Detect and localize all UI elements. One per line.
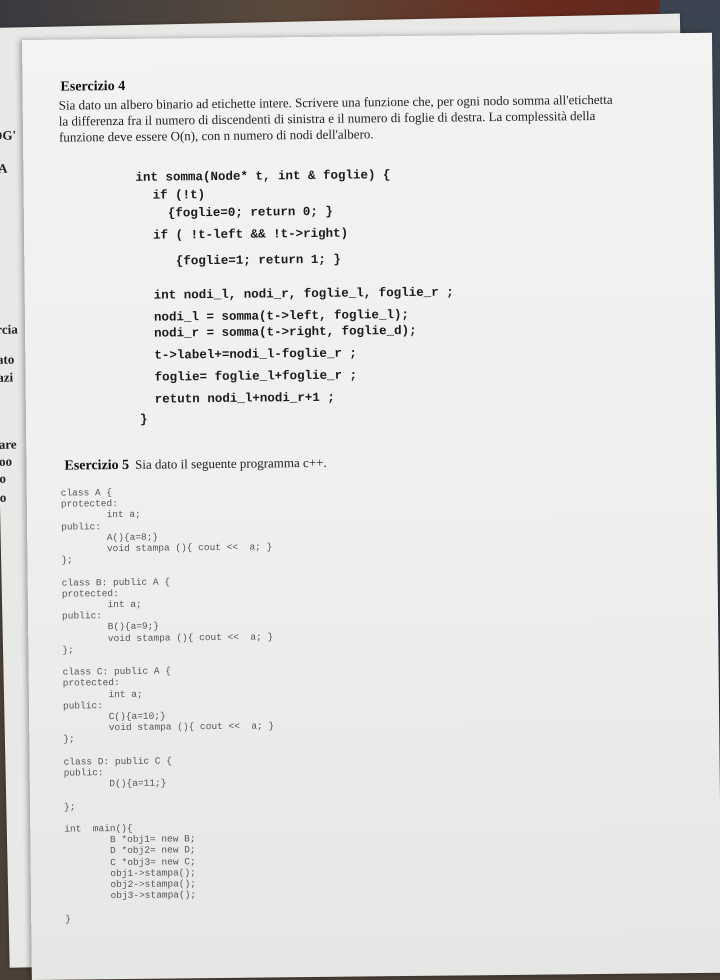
exercise5-heading: Esercizio 5 Sia dato il seguente programm…: [64, 455, 326, 475]
exercise4-title: Esercizio 4: [60, 78, 126, 95]
code-line: int somma(Node* t, int & foglie) {: [135, 168, 391, 185]
code-line: public:: [63, 767, 104, 779]
code-line: protected:: [60, 498, 118, 510]
code-line: {foglie=0; return 0; }: [137, 204, 333, 221]
code-line: class D: public C {: [63, 755, 172, 768]
code-line: };: [63, 733, 75, 745]
code-line: D(){a=11;}: [63, 777, 167, 790]
code-line: void stampa (){ cout << a; }: [63, 720, 275, 734]
exam-sheet: Esercizio 4 Sia dato un albero binario a…: [22, 32, 720, 980]
back-fragment: azi: [0, 369, 14, 385]
code-line: }: [139, 412, 148, 427]
code-line: void stampa (){ cout << a; }: [62, 630, 274, 645]
code-line: int a;: [60, 509, 141, 522]
code-line: nodi_l = somma(t->left, foglie_l);: [138, 307, 410, 325]
code-line: foglie= foglie_l+foglie_r ;: [139, 368, 358, 385]
back-fragment: o: [0, 470, 7, 486]
code-line: retutn nodi_l+nodi_r+1 ;: [139, 390, 335, 407]
code-line: public:: [62, 699, 103, 712]
code-line: };: [63, 801, 76, 813]
code-line: nodi_r = somma(t->right, foglie_d);: [139, 323, 417, 341]
code-line: public:: [61, 520, 102, 533]
back-fragment: rcia: [0, 321, 18, 337]
code-line: int a;: [61, 598, 142, 611]
code-line: class C: public A {: [62, 665, 172, 678]
code-line: };: [62, 644, 74, 656]
exercise4-text-line: funzione deve essere O(n), con n numero …: [58, 126, 374, 145]
code-line: if (!t): [137, 188, 206, 203]
code-line: obj3->stampa();: [64, 889, 197, 902]
back-fragment: ato: [0, 351, 15, 367]
back-fragment: IA: [0, 160, 8, 176]
code-line: {foglie=1; return 1; }: [138, 252, 341, 269]
code-line: class A {: [60, 487, 113, 499]
back-fragment: are: [0, 436, 17, 452]
code-line: protected:: [62, 677, 120, 689]
code-line: int a;: [62, 688, 143, 701]
back-fragment: OG': [0, 127, 17, 143]
code-line: class B: public A {: [61, 576, 171, 589]
code-line: int main(){: [64, 822, 133, 835]
back-fragment: o: [0, 489, 7, 505]
code-line: int nodi_l, nodi_r, foglie_l, foglie_r ;: [138, 285, 454, 303]
exercise5-title: Esercizio 5: [64, 457, 130, 474]
back-fragment: oo: [0, 453, 13, 469]
code-line: void stampa (){ cout << a; }: [61, 541, 273, 555]
code-line: protected:: [61, 587, 119, 600]
code-line: t->label+=nodi_l-foglie_r ;: [139, 346, 357, 363]
exercise5-intro: Sia dato il seguente programma c++.: [135, 454, 327, 472]
code-line: public:: [61, 610, 103, 622]
code-line: if ( !t-left && !t->right): [137, 226, 349, 243]
code-line: }: [65, 913, 71, 925]
code-line: };: [61, 554, 73, 566]
